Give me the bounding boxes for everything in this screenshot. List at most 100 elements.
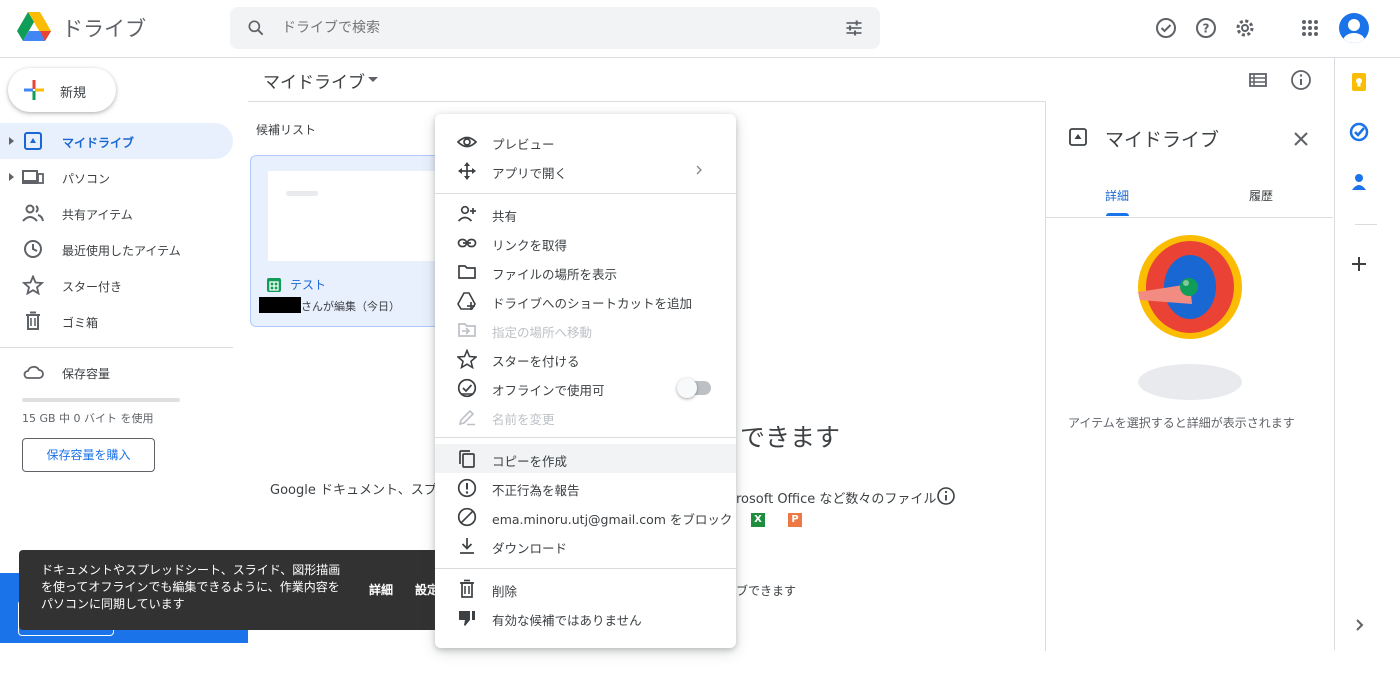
sidebar-item-shared[interactable]: 共有アイテム [0, 195, 233, 231]
keep-icon[interactable] [1349, 72, 1369, 92]
expand-arrow-icon[interactable] [9, 137, 14, 145]
sidebar-item-my-drive[interactable]: マイドライブ [0, 123, 233, 159]
menu-item-star[interactable]: スターを付ける [435, 344, 736, 373]
sidebar-divider [0, 347, 233, 348]
storage-usage-text: 15 GB 中 0 バイト を使用 [22, 412, 154, 425]
menu-item-label: ドライブへのショートカットを追加 [492, 296, 693, 311]
shared-people-icon [22, 204, 44, 222]
menu-item-rename[interactable]: 名前を変更 [435, 402, 736, 431]
apps-grid-icon[interactable] [1298, 16, 1322, 40]
file-meta: さんが編集（今日） [301, 300, 400, 313]
empty-state-subtext: ブできます [736, 584, 797, 598]
file-name: テスト [290, 278, 327, 292]
menu-item-share[interactable]: 共有 [435, 199, 736, 228]
tab-history[interactable]: 履歴 [1249, 187, 1273, 204]
list-view-icon[interactable] [1248, 70, 1268, 90]
menu-item-offline[interactable]: オフラインで使用可 [435, 373, 736, 402]
computer-icon [22, 170, 44, 184]
details-empty-hint: アイテムを選択すると詳細が表示されます [1068, 416, 1295, 430]
sidebar-item-computers[interactable]: パソコン [0, 159, 233, 195]
file-thumbnail [268, 171, 444, 261]
sidebar-item-recent[interactable]: 最近使用したアイテム [0, 231, 233, 267]
sidebar-item-label: ゴミ箱 [62, 316, 99, 330]
sidebar-item-label: パソコン [62, 172, 111, 186]
app-title[interactable]: ドライブ [62, 13, 146, 43]
buy-storage-button[interactable]: 保存容量を購入 [22, 438, 155, 472]
menu-item-show-location[interactable]: ファイルの場所を表示 [435, 257, 736, 286]
info-icon[interactable] [1290, 69, 1312, 91]
contacts-icon[interactable] [1349, 172, 1369, 192]
menu-item-move-to[interactable]: 指定の場所へ移動 [435, 315, 736, 344]
pencil-icon [458, 409, 475, 426]
alert-icon [457, 478, 477, 498]
menu-item-label: ファイルの場所を表示 [492, 267, 618, 282]
page-title[interactable]: マイドライブ [263, 68, 365, 93]
menu-item-add-shortcut[interactable]: ドライブへのショートカットを追加 [435, 286, 736, 315]
trash-icon [26, 311, 40, 330]
details-panel-title: マイドライブ [1105, 129, 1220, 151]
file-card[interactable]: テスト さんが編集（今日） [250, 155, 445, 327]
chevron-right-icon[interactable] [1349, 615, 1369, 635]
menu-item-label: 有効な候補ではありません [492, 613, 642, 628]
offline-check-icon [457, 378, 477, 398]
move-to-icon [458, 323, 476, 337]
account-avatar[interactable] [1339, 13, 1369, 43]
top-bar: ドライブ ? [0, 0, 1400, 58]
menu-item-get-link[interactable]: リンクを取得 [435, 228, 736, 257]
menu-item-label: 共有 [492, 209, 518, 224]
link-icon [457, 238, 477, 248]
info-icon[interactable] [936, 486, 956, 506]
tab-details[interactable]: 詳細 [1105, 187, 1129, 204]
close-icon[interactable] [1289, 127, 1313, 151]
search-options-icon[interactable] [844, 18, 864, 38]
excel-file-icon: X [751, 513, 765, 527]
menu-item-open-with[interactable]: アプリで開く [435, 156, 736, 185]
drive-logo-icon[interactable] [17, 12, 51, 42]
sidebar-item-label: マイドライブ [62, 136, 135, 150]
menu-item-label: 削除 [492, 584, 518, 599]
menu-item-delete[interactable]: 削除 [435, 574, 736, 603]
details-panel-divider [1045, 101, 1046, 651]
settings-gear-icon[interactable] [1233, 16, 1257, 40]
sidebar-item-starred[interactable]: スター付き [0, 267, 233, 303]
eye-icon [457, 136, 477, 148]
help-icon[interactable]: ? [1194, 16, 1218, 40]
add-addon-icon[interactable] [1349, 254, 1369, 274]
sidebar-item-trash[interactable]: ゴミ箱 [0, 303, 233, 339]
search-icon[interactable] [246, 18, 266, 38]
context-menu: プレビュー アプリで開く 共有 リンクを取得 ファイルの場所を表示 ドライブへの… [435, 114, 736, 648]
chevron-right-icon [696, 165, 702, 175]
person-icon [1343, 19, 1365, 43]
add-person-icon [457, 205, 476, 222]
storage-label: 保存容量 [62, 367, 111, 381]
search-bar[interactable] [230, 7, 880, 49]
menu-item-preview[interactable]: プレビュー [435, 127, 736, 156]
expand-arrow-icon[interactable] [9, 173, 14, 181]
menu-item-label: コピーを作成 [492, 454, 568, 469]
menu-item-label: ema.minoru.utj@gmail.com をブロック [492, 512, 733, 527]
search-input[interactable] [282, 17, 802, 39]
cloud-icon [23, 365, 44, 379]
menu-item-label: プレビュー [492, 137, 555, 152]
menu-item-make-copy[interactable]: コピーを作成 [435, 444, 736, 473]
download-icon [460, 538, 474, 554]
menu-item-label: アプリで開く [492, 166, 568, 181]
menu-item-label: リンクを取得 [492, 238, 568, 253]
menu-divider [435, 193, 736, 194]
offline-ready-icon[interactable] [1154, 16, 1178, 40]
menu-item-not-helpful[interactable]: 有効な候補ではありません [435, 603, 736, 632]
menu-item-label: 不正行為を報告 [492, 483, 580, 498]
menu-item-report-abuse[interactable]: 不正行為を報告 [435, 473, 736, 502]
chevron-down-icon[interactable] [368, 77, 378, 82]
menu-item-label: オフラインで使用可 [492, 383, 605, 398]
menu-item-download[interactable]: ダウンロード [435, 531, 736, 560]
new-button[interactable]: 新規 [8, 68, 116, 112]
menu-item-block-user[interactable]: ema.minoru.utj@gmail.com をブロック [435, 502, 736, 531]
snackbar-details-button[interactable]: 詳細 [369, 581, 393, 598]
redacted-user-name [259, 297, 301, 313]
side-panel-rail [1334, 58, 1400, 650]
sidebar-item-storage[interactable]: 保存容量 [0, 354, 233, 390]
tasks-icon[interactable] [1349, 122, 1369, 142]
offline-toggle[interactable] [677, 378, 711, 398]
empty-state-description-continued: rosoft Office など数々のファイル [736, 492, 937, 507]
